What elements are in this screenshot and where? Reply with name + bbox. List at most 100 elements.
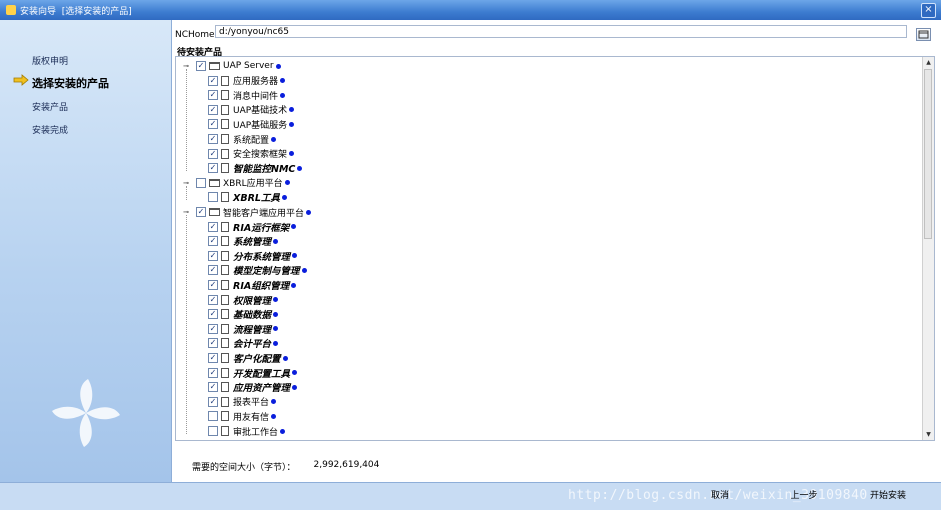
document-icon bbox=[221, 396, 229, 407]
document-icon bbox=[221, 236, 229, 247]
nchome-path-input[interactable] bbox=[215, 25, 907, 38]
tree-guide-line bbox=[186, 69, 187, 172]
checkbox[interactable]: ✓ bbox=[208, 90, 218, 101]
scroll-up-icon[interactable]: ▲ bbox=[923, 57, 934, 68]
document-icon bbox=[221, 353, 229, 363]
previous-button[interactable]: 上一步 bbox=[785, 489, 823, 504]
checkbox[interactable]: ✓ bbox=[208, 323, 218, 334]
close-button[interactable]: × bbox=[921, 3, 936, 18]
tree-node-label: 应用服务器 bbox=[233, 77, 279, 88]
expander-icon[interactable]: ⊸ bbox=[182, 62, 190, 70]
document-icon bbox=[221, 90, 229, 101]
checkbox[interactable]: ✓ bbox=[208, 236, 218, 247]
tree-leaf-node[interactable]: ✓ 模型定制与管理 bbox=[208, 263, 307, 277]
checkbox[interactable]: ✓ bbox=[208, 338, 218, 349]
tree-leaf-node[interactable]: ✓ 客户化配置 bbox=[208, 351, 288, 365]
tree-group-node[interactable]: ⊸ ✓ XBRL应用平台 bbox=[183, 176, 290, 190]
checkbox[interactable]: ✓ bbox=[208, 250, 218, 261]
tree-leaf-node[interactable]: ✓ XBRL工具 bbox=[208, 190, 287, 204]
folder-icon bbox=[209, 178, 220, 187]
status-dot-icon bbox=[284, 180, 290, 186]
checkbox[interactable]: ✓ bbox=[196, 61, 206, 71]
step-select-products: 选择安装的产品 bbox=[32, 77, 109, 90]
tree-leaf-node[interactable]: ✓ 报表平台 bbox=[208, 395, 277, 409]
tree-node-label: 消息中间件 bbox=[233, 91, 279, 102]
tree-leaf-node[interactable]: ✓ 系统配置 bbox=[208, 132, 277, 146]
document-icon bbox=[221, 134, 229, 144]
checkbox[interactable]: ✓ bbox=[208, 148, 218, 159]
checkbox[interactable]: ✓ bbox=[208, 104, 218, 115]
status-dot-icon bbox=[273, 297, 279, 303]
checkbox[interactable]: ✓ bbox=[208, 119, 218, 130]
tree-leaf-node[interactable]: ✓ 审批工作台 bbox=[208, 424, 286, 438]
checkbox[interactable]: ✓ bbox=[208, 411, 218, 422]
tree-leaf-node[interactable]: ✓ 会计平台 bbox=[208, 336, 279, 350]
tree-node-label: RIA运行框架 bbox=[233, 222, 290, 234]
required-space-label: 需要的空间大小（字节）： bbox=[192, 463, 296, 473]
tree-leaf-node[interactable]: ✓ UAP基础服务 bbox=[208, 117, 295, 131]
checkbox[interactable]: ✓ bbox=[208, 134, 218, 144]
step-license: 版权申明 bbox=[32, 57, 69, 67]
tree-node-label: 审批工作台 bbox=[233, 427, 279, 438]
folder-browse-icon bbox=[918, 30, 929, 39]
checkbox[interactable]: ✓ bbox=[208, 265, 218, 276]
status-dot-icon bbox=[289, 151, 295, 157]
checkbox[interactable]: ✓ bbox=[196, 207, 206, 217]
status-dot-icon bbox=[271, 136, 277, 142]
tree-leaf-node[interactable]: ✓ RIA组织管理 bbox=[208, 278, 297, 292]
tree-leaf-node[interactable]: ✓ 基础数据 bbox=[208, 307, 279, 321]
expander-icon[interactable]: ⊸ bbox=[182, 179, 190, 187]
checkbox[interactable]: ✓ bbox=[208, 221, 218, 232]
tree-leaf-node[interactable]: ✓ RIA运行框架 bbox=[208, 220, 297, 234]
tree-leaf-node[interactable]: ✓ UAP基础技术 bbox=[208, 103, 295, 117]
expander-icon[interactable]: ⊸ bbox=[182, 208, 190, 216]
checkbox[interactable]: ✓ bbox=[208, 192, 218, 203]
tree-leaf-node[interactable]: ✓ 应用服务器 bbox=[208, 74, 286, 88]
scroll-down-icon[interactable]: ▼ bbox=[923, 429, 934, 440]
step-install-complete: 安装完成 bbox=[32, 126, 69, 136]
nchome-path-row: NCHome目录： bbox=[175, 25, 907, 40]
checkbox[interactable]: ✓ bbox=[208, 382, 218, 393]
scroll-thumb[interactable] bbox=[924, 69, 932, 239]
checkbox[interactable]: ✓ bbox=[208, 294, 218, 305]
checkbox[interactable]: ✓ bbox=[196, 177, 206, 188]
checkbox[interactable]: ✓ bbox=[208, 280, 218, 290]
tree-leaf-node[interactable]: ✓ 应用资产管理 bbox=[208, 380, 298, 394]
browse-folder-button[interactable] bbox=[916, 28, 931, 41]
status-dot-icon bbox=[273, 311, 279, 317]
document-icon bbox=[221, 75, 229, 86]
document-icon bbox=[221, 309, 229, 320]
checkbox[interactable]: ✓ bbox=[208, 309, 218, 320]
document-icon bbox=[221, 221, 229, 232]
tree-leaf-node[interactable]: ✓ 开发配置工具 bbox=[208, 366, 298, 380]
checkbox[interactable]: ✓ bbox=[208, 75, 218, 86]
main-content: NCHome目录： 待安装产品 ⊸✓UAP Server✓应用服务器✓消息中间件… bbox=[172, 20, 941, 482]
tree-leaf-node[interactable]: ✓ 系统管理 bbox=[208, 234, 279, 248]
tree-leaf-node[interactable]: ✓ 用友有信 bbox=[208, 409, 277, 423]
tree-leaf-node[interactable]: ✓ 流程管理 bbox=[208, 322, 279, 336]
cancel-button[interactable]: 取消 bbox=[705, 489, 735, 504]
folder-icon bbox=[209, 62, 220, 70]
tree-group-node[interactable]: ⊸ ✓ UAP Server bbox=[183, 59, 281, 73]
document-icon bbox=[221, 426, 229, 436]
folder-icon bbox=[209, 208, 220, 216]
title-bar: 安装向导 [选择安装的产品] × bbox=[0, 0, 941, 20]
tree-leaf-node[interactable]: ✓ 权限管理 bbox=[208, 293, 279, 307]
status-dot-icon bbox=[275, 63, 281, 69]
tree-leaf-node[interactable]: ✓ 分布系统管理 bbox=[208, 249, 298, 263]
checkbox[interactable]: ✓ bbox=[208, 426, 218, 436]
start-install-button[interactable]: 开始安装 bbox=[866, 489, 910, 504]
checkbox[interactable]: ✓ bbox=[208, 353, 218, 363]
current-step-arrow-icon bbox=[13, 74, 29, 86]
tree-leaf-node[interactable]: ✓ 安全搜索框架 bbox=[208, 147, 295, 161]
tree-scrollbar[interactable]: ▲ ▼ bbox=[922, 57, 934, 440]
tree-node-label: XBRL应用平台 bbox=[223, 179, 283, 190]
status-dot-icon bbox=[273, 340, 279, 346]
tree-group-node[interactable]: ⊸ ✓ 智能客户端应用平台 bbox=[183, 205, 312, 219]
tree-leaf-node[interactable]: ✓ 消息中间件 bbox=[208, 88, 286, 102]
checkbox[interactable]: ✓ bbox=[208, 367, 218, 378]
tree-leaf-node[interactable]: ✓ 智能监控NMC bbox=[208, 161, 303, 175]
checkbox[interactable]: ✓ bbox=[208, 396, 218, 407]
tree-guide-line bbox=[186, 215, 187, 434]
checkbox[interactable]: ✓ bbox=[208, 163, 218, 174]
